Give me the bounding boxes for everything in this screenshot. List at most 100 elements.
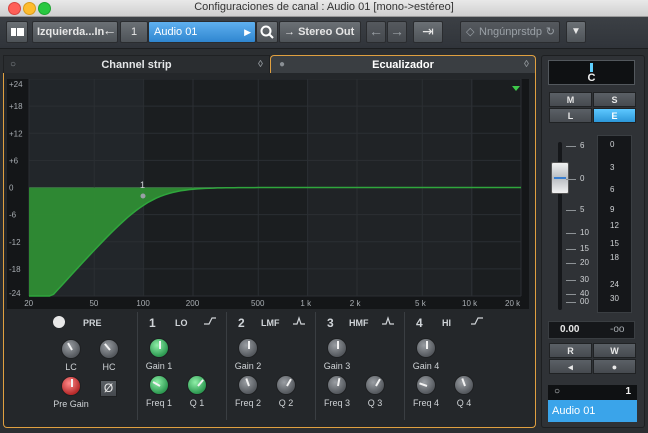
gain-4-knob[interactable] [416, 338, 436, 358]
y-axis-label: +12 [9, 129, 23, 138]
triangle-right-icon: ▶ [244, 27, 251, 37]
arrow-right-icon: → [284, 26, 295, 38]
channel-name-label[interactable]: Audio 01 [548, 400, 637, 422]
record-icon: ● [611, 362, 618, 372]
reload-icon: ↻ [545, 26, 555, 38]
y-axis-label: +18 [9, 102, 23, 111]
channel-power-icon[interactable]: ○ [554, 386, 560, 397]
monitor-button[interactable]: ◂ [549, 359, 592, 374]
arrow-right-icon: → [390, 23, 404, 39]
q-1-knob[interactable] [187, 375, 207, 395]
arrow-left-icon: ← [369, 23, 383, 39]
next-button[interactable]: → [387, 21, 407, 43]
x-axis-label: 20 k [505, 299, 521, 308]
fader-tick [566, 302, 576, 303]
gain-1-label: Gain 1 [145, 361, 173, 371]
arrow-to-bar-icon: ⇥ [422, 23, 434, 39]
menu-dropdown-button[interactable]: ▼ [566, 21, 586, 43]
q-4-knob[interactable] [454, 375, 474, 395]
eq-curve-graph[interactable]: +24 +18 +12 +6 0 -6 -12 -18 -24 20 50 100 200 500 1 k… [7, 79, 529, 309]
arrow-left-icon: ← [102, 22, 117, 38]
freq-4-knob[interactable] [416, 375, 436, 395]
peak-filter-icon[interactable] [292, 316, 306, 326]
freq-1-knob[interactable] [149, 375, 169, 395]
meter-scale-label: 30 [610, 294, 619, 303]
q-3-knob[interactable] [365, 375, 385, 395]
fader-tick [566, 210, 576, 211]
read-automation-button[interactable]: R [549, 343, 592, 358]
low-shelf-icon[interactable] [203, 316, 217, 326]
band-1-marker[interactable]: 1 [140, 180, 145, 190]
fader-scale-label: 10 [580, 228, 589, 237]
mute-button[interactable]: M [549, 92, 592, 107]
fader-tick [566, 233, 576, 234]
gain-3-knob[interactable] [327, 338, 347, 358]
channel-index: 1 [625, 386, 631, 397]
q-2-knob[interactable] [276, 375, 296, 395]
band-3-type[interactable]: HMF [349, 318, 369, 328]
link-channels-button[interactable]: ⇥ [413, 21, 443, 43]
search-icon [260, 25, 274, 39]
peak-filter-icon[interactable] [381, 316, 395, 326]
peak-value[interactable]: -oo [610, 324, 624, 335]
toggle-layout-button[interactable] [6, 21, 28, 43]
x-axis-label: 5 k [415, 299, 427, 308]
solo-label: S [611, 95, 618, 105]
channel-number-field[interactable]: 1 [120, 21, 148, 43]
fader-scale-label: 00 [580, 297, 589, 306]
write-automation-button[interactable]: W [593, 343, 636, 358]
phase-invert-icon: Ø [103, 381, 114, 395]
preset-select[interactable]: ◇ Nngúnprstdp ↻ [460, 21, 560, 43]
pan-control[interactable]: C [548, 60, 635, 85]
y-axis-label: -12 [9, 238, 21, 247]
freq-2-knob[interactable] [238, 375, 258, 395]
pre-gain-knob[interactable] [61, 376, 81, 396]
tab-equalizer[interactable]: ● Ecualizador ◊ [270, 55, 536, 75]
band-1-number: 1 [149, 316, 156, 330]
y-axis-label: +6 [9, 156, 19, 165]
band-4-type[interactable]: HI [442, 318, 451, 328]
edit-button[interactable]: E [593, 108, 636, 123]
listen-button[interactable]: L [549, 108, 592, 123]
output-routing-label: Stereo Out [298, 26, 355, 38]
q-2-label: Q 2 [278, 398, 294, 408]
pre-enable-button[interactable] [53, 316, 65, 328]
pan-indicator [590, 63, 593, 72]
channel-name-field[interactable]: Audio 01 ▶ [148, 21, 256, 43]
tab-equalizer-label: Ecualizador [372, 59, 434, 71]
phase-invert-button[interactable]: Ø [100, 380, 117, 397]
meter-scale-label: 12 [610, 221, 619, 230]
previous-channel-button[interactable]: ← [101, 21, 118, 43]
mute-label: M [566, 95, 575, 105]
lc-knob[interactable] [61, 339, 81, 359]
x-axis-label: 1 k [300, 299, 312, 308]
band-1-type[interactable]: LO [175, 318, 188, 328]
fader-scale-label: 0 [580, 174, 585, 183]
tab-channel-strip[interactable]: ○ Channel strip ◊ [3, 55, 270, 75]
meter-scale-label: 15 [610, 239, 619, 248]
hc-knob[interactable] [99, 339, 119, 359]
x-axis-label: 20 [24, 299, 33, 308]
input-routing-label: Izquierda...In [37, 26, 105, 38]
pan-value: C [587, 72, 596, 84]
fader-tick [566, 263, 576, 264]
x-axis-label: 2 k [350, 299, 362, 308]
meter-scale-label: 24 [610, 280, 619, 289]
previous-button[interactable]: ← [366, 21, 386, 43]
volume-fader-handle[interactable] [551, 162, 569, 194]
freq-3-knob[interactable] [327, 375, 347, 395]
y-axis-label: 0 [9, 184, 14, 193]
high-shelf-icon[interactable] [470, 316, 484, 326]
window-title: Configuraciones de canal : Audio 01 [mon… [194, 1, 454, 13]
tab-bar: ○ Channel strip ◊ ● Ecualizador ◊ [3, 55, 536, 75]
record-enable-button[interactable]: ● [593, 359, 636, 374]
fader-scale-label: 30 [580, 275, 589, 284]
gain-1-knob[interactable] [149, 338, 169, 358]
solo-button[interactable]: S [593, 92, 636, 107]
y-axis-label: -24 [9, 289, 21, 298]
volume-value[interactable]: 0.00 [560, 324, 579, 335]
gain-2-knob[interactable] [238, 338, 258, 358]
band-2-type[interactable]: LMF [261, 318, 280, 328]
output-routing-select[interactable]: → Stereo Out [279, 21, 361, 43]
search-channel-button[interactable] [256, 21, 278, 43]
